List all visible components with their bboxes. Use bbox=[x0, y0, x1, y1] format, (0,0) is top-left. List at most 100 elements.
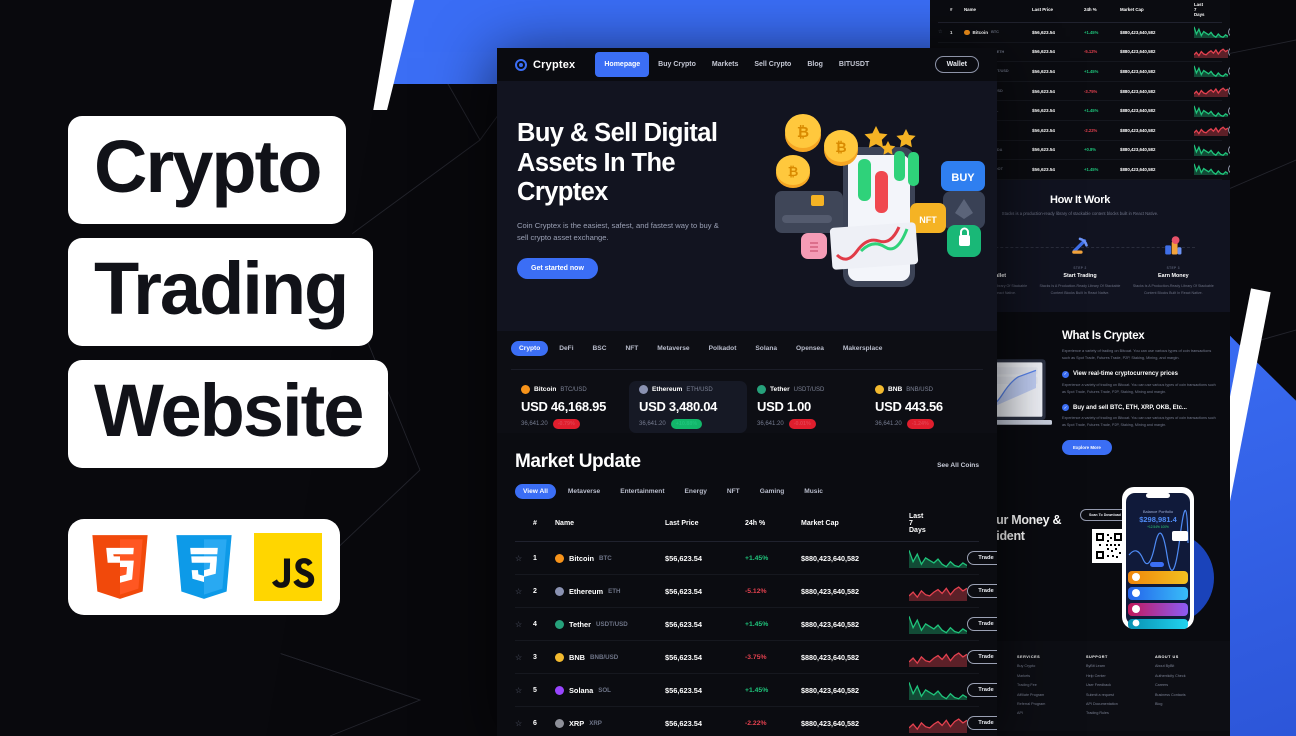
table-row[interactable]: ☆ 4 Tether USDT/USD $56,623.54 +1.45% $880,423… bbox=[515, 608, 997, 641]
footer-link[interactable]: ByBit Learn bbox=[1086, 664, 1149, 668]
chip-opensea[interactable]: Opensea bbox=[788, 341, 832, 356]
right-row-trade-button[interactable]: Trade bbox=[1228, 46, 1230, 57]
chip-bsc[interactable]: BSC bbox=[585, 341, 615, 356]
row-rank: 5 bbox=[533, 686, 537, 694]
chip-makersplace[interactable]: Makersplace bbox=[835, 341, 891, 356]
hero-heading: Buy & Sell Digital Assets In The Cryptex bbox=[517, 119, 718, 207]
chip-polkadot[interactable]: Polkadot bbox=[701, 341, 745, 356]
footer-link[interactable]: Trading Rules bbox=[1086, 711, 1149, 715]
chip-solana[interactable]: Solana bbox=[747, 341, 785, 356]
wallet-button[interactable]: Wallet bbox=[934, 56, 979, 73]
footer-link[interactable]: Help Center bbox=[1086, 674, 1149, 678]
nav-item-homepage[interactable]: Homepage bbox=[595, 52, 650, 77]
footer-link[interactable]: Authenticity Check bbox=[1155, 674, 1218, 678]
filter-metaverse[interactable]: Metaverse bbox=[560, 484, 608, 499]
footer-link[interactable]: Business Contacts bbox=[1155, 693, 1218, 697]
table-row[interactable]: ☆ 6 XRP XRP $56,623.54 -2.22% $880,423,640,582… bbox=[515, 707, 997, 736]
tether-coin-icon bbox=[555, 619, 564, 629]
nav-item-sell-crypto[interactable]: Sell Crypto bbox=[747, 55, 798, 74]
right-table-header: # Name Last Price 24h % Market Cap Last … bbox=[938, 2, 1222, 23]
footer-link[interactable]: API Documentation bbox=[1086, 702, 1149, 706]
row-change-24h: +1.45% bbox=[745, 620, 769, 628]
filter-music[interactable]: Music bbox=[796, 484, 831, 499]
ticker-card-bitcoin[interactable]: Bitcoin BTC/USD USD 46,168.95 36,641.20 -0.7… bbox=[511, 381, 629, 433]
favorite-star-icon[interactable]: ☆ bbox=[515, 686, 533, 695]
footer-link[interactable]: Markets bbox=[1017, 674, 1080, 678]
chip-crypto[interactable]: Crypto bbox=[511, 341, 549, 356]
nav-item-bitusdt[interactable]: BITUSDT bbox=[832, 55, 876, 74]
footer-link[interactable]: Affiliate Program bbox=[1017, 693, 1080, 697]
ticker-card-tether[interactable]: Tether USDT/USD USD 1.00 36,641.20 -0.01% bbox=[747, 381, 865, 433]
footer-link[interactable]: User Feedback bbox=[1086, 683, 1149, 687]
table-row[interactable]: ☆ 2 Ethereum ETH $56,623.54 -5.12% $880,423,64… bbox=[515, 575, 997, 608]
step-2-title: Start Trading bbox=[1063, 273, 1097, 280]
what-is-intro: Experience a variety of trading on Bitco… bbox=[1062, 349, 1212, 360]
right-row-trade-button[interactable]: Trade bbox=[1228, 125, 1230, 136]
step-2-number: STEP 2 bbox=[1073, 266, 1087, 271]
footer-link[interactable]: Blog bbox=[1155, 702, 1218, 706]
ticker-name: Bitcoin bbox=[534, 386, 557, 393]
footer-link[interactable]: Buy Crypto bbox=[1017, 664, 1080, 668]
nav-item-blog[interactable]: Blog bbox=[800, 55, 830, 74]
footer-link[interactable]: API bbox=[1017, 711, 1080, 715]
right-table-row[interactable]: ☆ 1 Bitcoin BTC $56,623.54 +1.45% $880,423,640… bbox=[938, 23, 1230, 43]
row-trade-button[interactable]: Trade bbox=[967, 716, 997, 730]
footer-link[interactable]: Trading Fee bbox=[1017, 683, 1080, 687]
footer-link[interactable]: About ByBit bbox=[1155, 664, 1218, 668]
get-started-button[interactable]: Get started now bbox=[517, 258, 598, 280]
footer-link[interactable]: Submit a request bbox=[1086, 693, 1149, 697]
rcol-cap: Market Cap bbox=[1120, 7, 1144, 12]
right-row-change-24h: +1.45% bbox=[1084, 68, 1099, 74]
explore-more-button[interactable]: Explore More bbox=[1062, 440, 1112, 456]
brand-logo-block[interactable]: Cryptex bbox=[515, 58, 575, 71]
col-24h: 24h % bbox=[745, 520, 766, 527]
table-row[interactable]: ☆ 5 Solana SOL $56,623.54 +1.45% $880,423,640,… bbox=[515, 674, 997, 707]
right-row-trade-button[interactable]: Trade bbox=[1228, 66, 1230, 77]
ticker-name: BNB bbox=[888, 386, 903, 393]
see-all-coins-link[interactable]: See All Coins bbox=[937, 462, 979, 469]
row-coin-name: Solana bbox=[569, 685, 594, 695]
chip-nft[interactable]: NFT bbox=[617, 341, 646, 356]
footer-link[interactable]: Careers bbox=[1155, 683, 1218, 687]
chip-metaverse[interactable]: Metaverse bbox=[649, 341, 697, 356]
nav-item-markets[interactable]: Markets bbox=[705, 55, 745, 74]
promo-title-line-3: Website bbox=[68, 360, 389, 468]
right-row-trade-button[interactable]: Trade bbox=[1228, 164, 1230, 175]
filter-view-all[interactable]: View All bbox=[515, 484, 556, 499]
filter-nft[interactable]: NFT bbox=[719, 484, 748, 499]
row-coin: Bitcoin BTC bbox=[555, 553, 665, 563]
ticker-card-bnb[interactable]: BNB BNB/USD USD 443.56 36,641.20 -1.24% bbox=[865, 381, 983, 433]
footer-link[interactable]: Referral Program bbox=[1017, 702, 1080, 706]
ethereum-coin-icon bbox=[555, 586, 564, 596]
right-row-trade-button[interactable]: Trade bbox=[1228, 86, 1230, 97]
favorite-star-icon[interactable]: ☆ bbox=[515, 620, 533, 629]
row-trade-button[interactable]: Trade bbox=[967, 617, 997, 631]
ticker-card-ethereum[interactable]: Ethereum ETH/USD USD 3,480.04 36,641.20 +10.… bbox=[629, 381, 747, 433]
feature-1-row: ✓ View real-time cryptocurrency prices bbox=[1062, 370, 1220, 378]
chip-defi[interactable]: DeFi bbox=[551, 341, 581, 356]
row-coin-symbol: BTC bbox=[599, 554, 612, 562]
svg-text:₿: ₿ bbox=[835, 139, 846, 155]
favorite-star-icon[interactable]: ☆ bbox=[515, 719, 533, 728]
favorite-star-icon[interactable]: ☆ bbox=[515, 587, 533, 596]
favorite-star-icon[interactable]: ☆ bbox=[515, 554, 533, 563]
filter-gaming[interactable]: Gaming bbox=[752, 484, 793, 499]
row-trade-button[interactable]: Trade bbox=[967, 650, 997, 664]
nav-item-buy-crypto[interactable]: Buy Crypto bbox=[651, 55, 703, 74]
filter-energy[interactable]: Energy bbox=[677, 484, 715, 499]
row-trade-button[interactable]: Trade bbox=[967, 551, 997, 565]
row-trade-button[interactable]: Trade bbox=[967, 584, 997, 598]
row-trade-button[interactable]: Trade bbox=[967, 683, 997, 697]
table-row[interactable]: ☆ 3 BNB BNB/USD $56,623.54 -3.75% $880,423,640… bbox=[515, 641, 997, 674]
row-coin-name: Ethereum bbox=[569, 586, 604, 596]
favorite-star-icon[interactable]: ☆ bbox=[938, 29, 950, 35]
right-row-trade-button[interactable]: Trade bbox=[1228, 27, 1230, 38]
right-row-sparkline-chart bbox=[1194, 66, 1228, 78]
right-row-rank: 1 bbox=[950, 29, 953, 35]
filter-entertainment[interactable]: Entertainment bbox=[612, 484, 672, 499]
right-row-last-price: $56,623.54 bbox=[1032, 166, 1055, 172]
right-row-trade-button[interactable]: Trade bbox=[1228, 144, 1230, 155]
right-row-trade-button[interactable]: Trade bbox=[1228, 105, 1230, 116]
favorite-star-icon[interactable]: ☆ bbox=[515, 653, 533, 662]
table-row[interactable]: ☆ 1 Bitcoin BTC $56,623.54 +1.45% $880,423,640… bbox=[515, 542, 997, 575]
